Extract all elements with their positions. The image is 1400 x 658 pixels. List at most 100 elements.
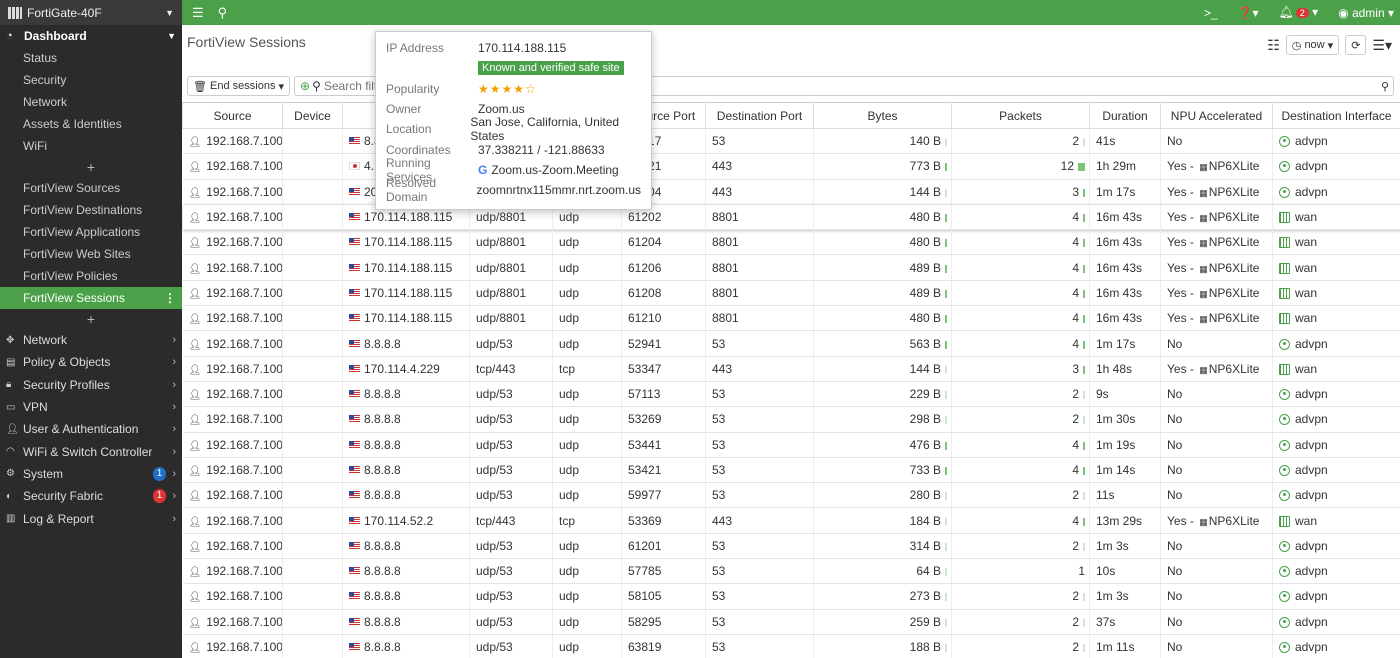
cell-npu: No <box>1160 128 1273 155</box>
sidebar-item-network[interactable]: Network <box>0 91 182 113</box>
sidebar-item-system[interactable]: ⚙ System 1 › <box>0 463 182 485</box>
cell-destination[interactable]: 8.8.8.8 <box>342 381 470 408</box>
cell-destination[interactable]: 8.8.8.8 <box>342 558 470 585</box>
cell-destination[interactable]: 170.114.4.229 <box>342 356 470 382</box>
sidebar-item-fortiview-web-sites[interactable]: FortiView Web Sites <box>0 243 182 265</box>
column-header-npu-accelerated[interactable]: NPU Accelerated <box>1160 102 1273 129</box>
table-row[interactable]: 👤︎ 192.168.7.100 170.114.188.115 udp/8801 ud… <box>182 280 1400 307</box>
chevron-right-icon: › <box>172 490 176 503</box>
table-row[interactable]: 👤︎ 192.168.7.100 8.8.8.8 udp/53 udp 58105 53 27… <box>182 583 1400 610</box>
cell-destination[interactable]: 8.8.8.8 <box>342 457 470 484</box>
end-sessions-button[interactable]: 🗑︎ End sessions ▾ <box>187 76 291 96</box>
table-row[interactable]: 👤︎ 192.168.7.100 8.8.8.8 udp/53 udp 53441 53 47… <box>182 432 1400 458</box>
sidebar-item-fortiview-destinations[interactable]: FortiView Destinations <box>0 199 182 221</box>
add-fortiview-button[interactable]: + <box>0 309 182 329</box>
table-row[interactable]: 👤︎ 192.168.7.100 8.8.8.8 udp/53 udp 63819 53 18… <box>182 634 1400 658</box>
column-header-destination-interface[interactable]: Destination Interface <box>1272 102 1400 129</box>
cell-destination[interactable]: 170.114.188.115 <box>342 280 470 307</box>
table-row[interactable]: 👤︎ 192.168.7.100 170.114.188.115 udp/8801 ud… <box>182 204 1400 231</box>
sidebar-dashboard[interactable]: ◔ Dashboard ▼ <box>0 25 182 47</box>
cell-destination[interactable]: 170.114.188.115 <box>342 229 470 256</box>
add-filter-icon[interactable]: ⊕ <box>300 79 310 93</box>
search-submit-icon[interactable]: ⚲ <box>1381 80 1389 93</box>
table-row[interactable]: 👤︎ 192.168.7.100 170.114.188.115 udp/8801 ud… <box>182 229 1400 256</box>
cell-destination[interactable]: 8.8.8.8 <box>342 482 470 509</box>
table-row[interactable]: 👤︎192.168.7.1004.149.11.101tcp/443tcp590… <box>182 153 1400 180</box>
column-header-source[interactable]: Source <box>182 102 283 129</box>
sidebar-item-user-authentication[interactable]: 👤︎ User & Authentication › <box>0 418 182 440</box>
cell-destination-port: 8801 <box>705 254 814 281</box>
column-header-packets[interactable]: Packets <box>951 102 1090 129</box>
table-row[interactable]: 👤︎ 192.168.7.100 8.8.8.8 udp/53 udp 53269 53 29… <box>182 406 1400 433</box>
user-menu[interactable]: ◉ admin ▾ <box>1338 6 1394 20</box>
cell-destination[interactable]: 170.114.52.2 <box>342 507 470 534</box>
packets-bar <box>1083 289 1085 298</box>
cell-destination[interactable]: 8.8.8.8 <box>342 634 470 658</box>
add-dashboard-button[interactable]: + <box>0 157 182 177</box>
time-range-dropdown[interactable]: ◷ now ▾ <box>1285 35 1340 55</box>
table-row[interactable]: 👤︎ 192.168.7.100 8.8.8.8 udp/53 udp 53421 53 73… <box>182 457 1400 484</box>
notifications-button[interactable]: 🔔︎ 2 ▾ <box>1279 5 1319 20</box>
table-row[interactable]: 👤︎ 192.168.7.100 8.8.8.8 udp/53 udp 61201 53 31… <box>182 533 1400 560</box>
cell-application: udp/8801 <box>469 305 553 332</box>
column-header-bytes[interactable]: Bytes <box>813 102 952 129</box>
sidebar-item-fortiview-policies[interactable]: FortiView Policies <box>0 265 182 287</box>
table-row[interactable]: 👤︎ 192.168.7.100 8.8.8.8 udp/53 udp 57785 53 64… <box>182 558 1400 585</box>
help-icon[interactable]: ❓▾ <box>1238 6 1259 20</box>
table-row[interactable]: 👤︎ 192.168.7.100 8.8.8.8 udp/53 udp 57113 53 22… <box>182 381 1400 408</box>
table-row[interactable]: 👤︎ 192.168.7.100 8.8.8.8 udp/53 udp 52941 53 56… <box>182 330 1400 357</box>
table-row[interactable]: 👤︎ 192.168.7.100 170.114.52.2 tcp/443 tcp 533… <box>182 507 1400 534</box>
country-flag-icon <box>349 415 360 424</box>
cell-destination[interactable]: 8.8.8.8 <box>342 583 470 610</box>
column-header-duration[interactable]: Duration <box>1089 102 1161 129</box>
cell-destination[interactable]: 8.8.8.8 <box>342 406 470 433</box>
column-header-device[interactable]: Device <box>282 102 343 129</box>
cell-destination[interactable]: 170.114.188.115 <box>342 254 470 281</box>
cli-console-icon[interactable]: >_ <box>1204 6 1218 20</box>
sidebar-item-policy-objects[interactable]: ▤ Policy & Objects › <box>0 351 182 373</box>
column-settings-icon[interactable]: ☷ <box>1267 37 1280 54</box>
refresh-button[interactable]: ⟳ <box>1345 35 1367 55</box>
sidebar-item-wifi-switch-controller[interactable]: ◠ WiFi & Switch Controller › <box>0 440 182 462</box>
sidebar-item-assets-identities[interactable]: Assets & Identities <box>0 113 182 135</box>
kebab-menu-icon[interactable]: ⋮ <box>164 291 176 305</box>
policy-icon: ▤ <box>6 356 16 368</box>
sidebar-item-fortiview-sources[interactable]: FortiView Sources <box>0 177 182 199</box>
cell-duration: 9s <box>1089 381 1161 408</box>
device-selector[interactable]: FortiGate-40F ▼ <box>0 0 182 25</box>
user-icon: 👤︎ <box>188 491 202 503</box>
sidebar-item-network[interactable]: ✥ Network › <box>0 329 182 351</box>
table-row[interactable]: 👤︎192.168.7.10020.42.65.92tcp/443tcp5900… <box>182 179 1400 205</box>
sidebar-item-fortiview-sessions[interactable]: FortiView Sessions ⋮ <box>0 287 182 309</box>
column-header-destination-port[interactable]: Destination Port <box>705 102 814 129</box>
sidebar-item-security-fabric[interactable]: ◐ Security Fabric 1 › <box>0 485 182 507</box>
cell-packets: 4 <box>951 280 1090 307</box>
sidebar-item-security[interactable]: Security <box>0 69 182 91</box>
sidebar-item-wifi[interactable]: WiFi <box>0 135 182 157</box>
table-row[interactable]: 👤︎ 192.168.7.100 170.114.188.115 udp/8801 ud… <box>182 254 1400 281</box>
table-row[interactable]: 👤︎ 192.168.7.100 8.8.8.8 udp/53 udp 58295 53 25… <box>182 609 1400 635</box>
cell-destination[interactable]: 8.8.8.8 <box>342 533 470 560</box>
sidebar-item-fortiview-applications[interactable]: FortiView Applications <box>0 221 182 243</box>
more-options-icon[interactable]: ☰▾ <box>1372 37 1392 54</box>
menu-toggle-icon[interactable]: ☰ <box>192 5 204 21</box>
cell-destination[interactable]: 170.114.188.115 <box>342 305 470 332</box>
sidebar-item-log-report[interactable]: ▥ Log & Report › <box>0 507 182 529</box>
bytes-value: 64 B <box>916 564 941 579</box>
cell-destination-interface: wan <box>1272 305 1400 332</box>
cell-destination-port: 443 <box>705 179 814 205</box>
table-row[interactable]: 👤︎ 192.168.7.100 170.114.188.115 udp/8801 ud… <box>182 305 1400 332</box>
table-row[interactable]: 👤︎ 192.168.7.100 8.8.8.8 udp/53 udp 59977 53 28… <box>182 482 1400 509</box>
sidebar-item-security-profiles[interactable]: 🔒︎ Security Profiles › <box>0 374 182 396</box>
cell-destination[interactable]: 8.8.8.8 <box>342 330 470 357</box>
cell-destination[interactable]: 8.8.8.8 <box>342 432 470 458</box>
table-row[interactable]: 👤︎192.168.7.1008.8.8.8udp/53udp638175314… <box>182 128 1400 155</box>
sidebar-item-status[interactable]: Status <box>0 47 182 69</box>
cell-destination[interactable]: 8.8.8.8 <box>342 609 470 635</box>
search-icon[interactable]: ⚲ <box>218 5 228 21</box>
vpn-tunnel-icon <box>1279 465 1290 476</box>
sidebar-item-vpn[interactable]: ▭ VPN › <box>0 396 182 418</box>
packets-value: 12 <box>1060 159 1074 174</box>
interface-name: advpn <box>1295 437 1328 452</box>
table-row[interactable]: 👤︎ 192.168.7.100 170.114.4.229 tcp/443 tcp 53… <box>182 356 1400 382</box>
